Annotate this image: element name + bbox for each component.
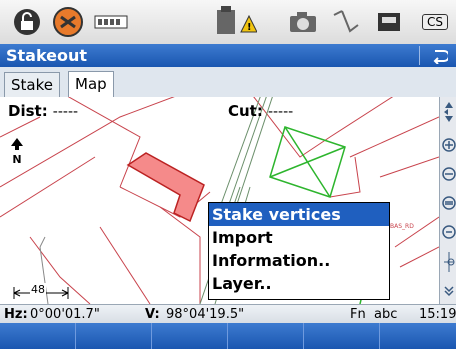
title-bar: Stakeout: [0, 44, 456, 67]
scale-label: 48: [30, 283, 46, 296]
context-menu: Stake vertices Import Information.. Laye…: [208, 202, 390, 300]
svg-text:!: !: [247, 22, 252, 33]
zoom-out-icon[interactable]: [440, 159, 456, 188]
cut-label: Cut:: [228, 102, 263, 120]
pan-icon[interactable]: [440, 97, 456, 126]
north-label: N: [12, 153, 22, 166]
softkey-f5[interactable]: [304, 323, 380, 349]
tab-map[interactable]: Map: [68, 71, 114, 98]
hz-label: Hz:: [4, 307, 28, 322]
back-icon[interactable]: [428, 44, 452, 67]
dist-readout: Dist: -----: [8, 101, 78, 120]
lock-icon[interactable]: [10, 4, 44, 40]
selected-parcel: [126, 152, 205, 223]
softkey-f2[interactable]: [76, 323, 152, 349]
map-point-label: BAS_RD: [390, 223, 414, 230]
softkey-f4[interactable]: [228, 323, 304, 349]
zoom-fit-icon[interactable]: [440, 188, 456, 217]
clock: 15:19: [419, 307, 456, 322]
cs-label: CS: [422, 14, 448, 30]
menu-item-layer[interactable]: Layer..: [209, 272, 389, 295]
zoom-window-icon[interactable]: [440, 217, 456, 246]
input-mode-indicator[interactable]: abc: [374, 305, 397, 324]
instrument-warning-icon[interactable]: !: [212, 4, 258, 40]
cs-badge-icon[interactable]: CS: [416, 4, 454, 40]
v-value: 98°04'19.5": [166, 307, 245, 322]
cut-value: -----: [267, 104, 294, 120]
gps-satellite-icon[interactable]: [48, 4, 88, 40]
v-label: V:: [145, 307, 160, 322]
center-point-icon[interactable]: [440, 247, 456, 276]
status-bar: ! CS: [0, 0, 456, 45]
north-arrow: N: [10, 135, 24, 165]
softkey-f1[interactable]: [0, 323, 76, 349]
page-title: Stakeout: [6, 46, 88, 65]
softkey-f6[interactable]: [380, 323, 456, 349]
camera-icon[interactable]: [286, 4, 320, 40]
softkey-f3[interactable]: [152, 323, 228, 349]
memory-card-icon[interactable]: [372, 4, 406, 40]
menu-item-stake-vertices[interactable]: Stake vertices: [209, 203, 389, 226]
tab-bar: Stake Map: [0, 67, 456, 98]
dist-value: -----: [52, 104, 79, 120]
map-toolbar: [439, 97, 456, 304]
battery-icon[interactable]: [92, 4, 132, 40]
scroll-down-icon[interactable]: [440, 277, 456, 304]
map-view[interactable]: Dist: ----- Cut: ----- N 48 BAS_RD Stake…: [0, 97, 439, 304]
tab-stake[interactable]: Stake: [4, 72, 60, 97]
menu-item-information[interactable]: Information..: [209, 249, 389, 272]
zoom-in-icon[interactable]: [440, 130, 456, 159]
measure-icon[interactable]: [328, 4, 362, 40]
angle-readout-bar: Hz: 0°00'01.7" V: 98°04'19.5" Fn abc 15:…: [0, 304, 456, 324]
hz-value: 0°00'01.7": [30, 307, 100, 322]
title-divider: [419, 46, 420, 65]
menu-item-import[interactable]: Import: [209, 226, 389, 249]
north-arrow-icon: [11, 138, 23, 150]
fn-indicator[interactable]: Fn: [350, 305, 366, 324]
softkey-bar: [0, 323, 456, 349]
cut-readout: Cut: -----: [228, 101, 293, 120]
dist-label: Dist:: [8, 102, 48, 120]
